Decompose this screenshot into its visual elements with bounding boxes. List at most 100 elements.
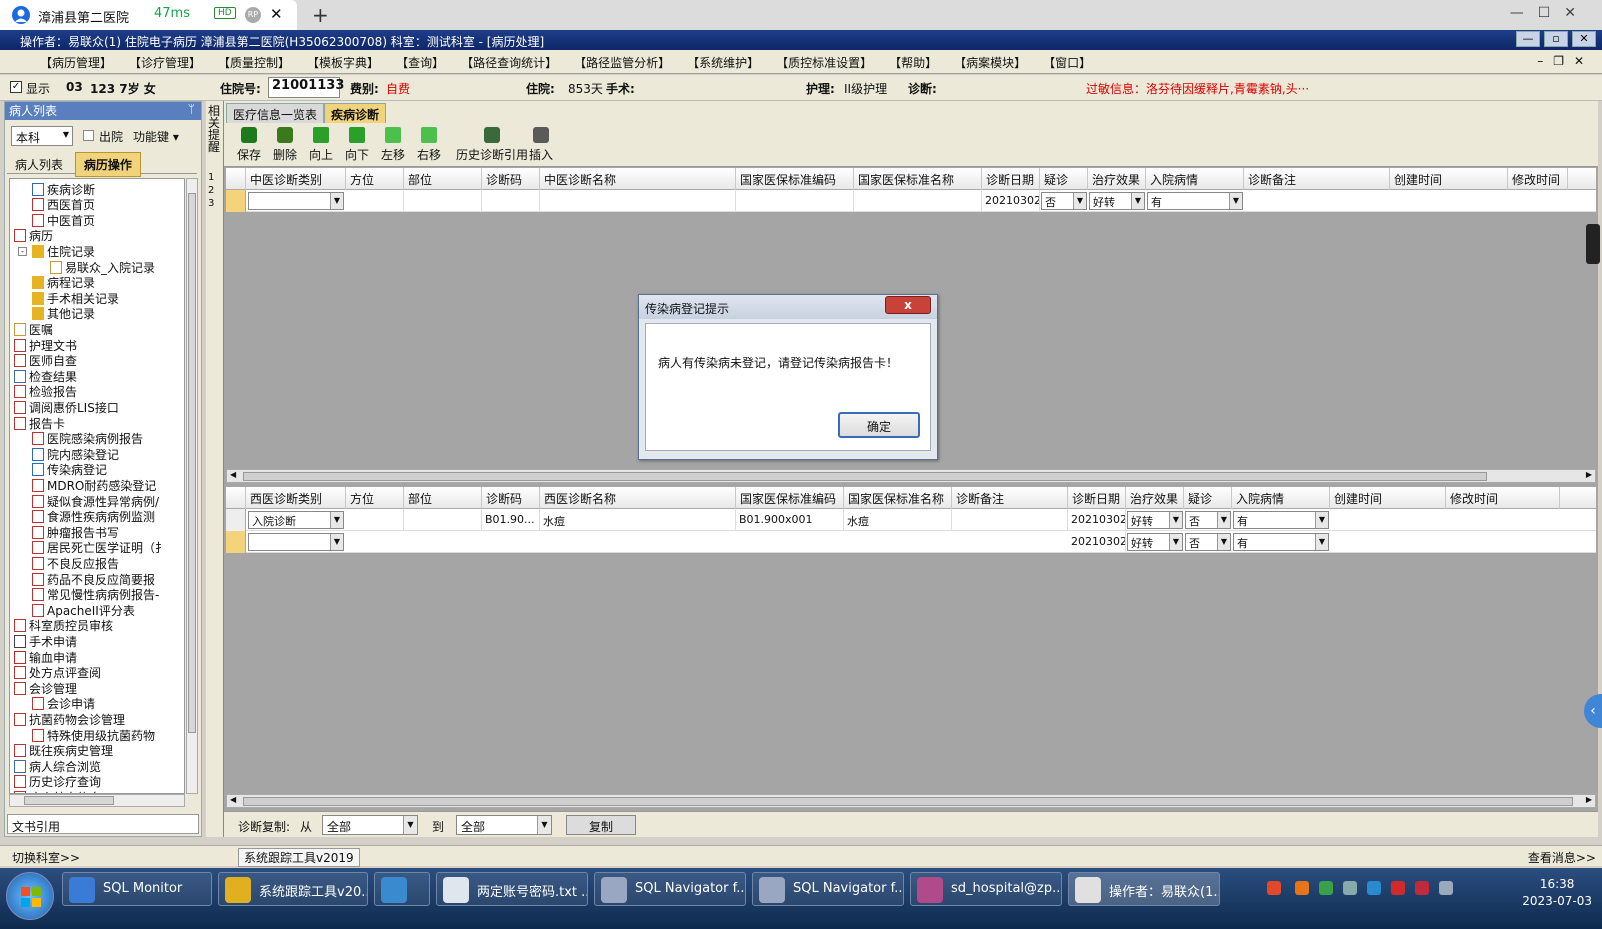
save-button[interactable]: 保存 [232, 127, 266, 163]
date-cell[interactable]: 20210302 [1068, 509, 1126, 531]
code-cell[interactable]: B01.90... [482, 509, 540, 531]
ns-name-cell[interactable]: 水痘 [844, 509, 952, 531]
column-header[interactable]: 中医诊断类别 [246, 168, 346, 190]
delete-button[interactable]: 删除 [268, 127, 302, 163]
network-icon[interactable] [1343, 881, 1357, 895]
menu-item[interactable]: 【路径监管分析】 [574, 54, 687, 71]
column-header[interactable]: 治疗效果 [1126, 487, 1184, 509]
dept-select[interactable]: 本科 ▼ [11, 126, 73, 146]
reminder-strip[interactable]: 相关提醒 1 2 3 [206, 101, 224, 837]
date-cell[interactable]: 20210302 [982, 190, 1040, 212]
column-header[interactable]: 西医诊断类别 [246, 487, 346, 509]
ok-button[interactable]: 确定 [838, 412, 920, 438]
tree-node[interactable]: 医师自查 [14, 353, 77, 369]
insert-button[interactable]: 插入 [524, 127, 558, 163]
table-row[interactable]: 入院诊断 ▼ B01.90... 水痘 B01.900x001 水痘 202103… [226, 509, 1596, 531]
maximize-button[interactable]: ▫ [1544, 31, 1568, 47]
menu-item[interactable]: 【诊疗管理】 [129, 54, 218, 71]
menu-item[interactable]: 【质量控制】 [218, 54, 307, 71]
table-row[interactable]: ▼ 20210302 好转 ▼ 否 ▼ 有 ▼ [226, 531, 1596, 553]
taskbar-app[interactable]: SQL Navigator f... [752, 872, 904, 906]
name-cell[interactable] [540, 190, 736, 212]
column-header[interactable]: 治疗效果 [1088, 168, 1146, 190]
tree-node[interactable]: 检验报告 [14, 384, 77, 400]
column-header[interactable]: 疑诊 [1184, 487, 1232, 509]
suspect-select[interactable]: 否 ▼ [1185, 533, 1231, 551]
menu-item[interactable]: 【病历管理】 [40, 54, 129, 71]
wm-category-select[interactable]: ▼ [248, 533, 344, 551]
office-icon[interactable] [1295, 881, 1309, 895]
tree-node[interactable]: 院内感染登记 [32, 446, 119, 462]
tree-node[interactable]: 食源性疾病病例监测 [32, 509, 155, 525]
antivirus-icon[interactable] [1415, 881, 1429, 895]
discharge-checkbox[interactable] [83, 130, 94, 141]
tree-node[interactable]: 肿瘤报告书写 [32, 524, 119, 540]
arrow-left-button[interactable]: 左移 [376, 127, 410, 163]
menu-item[interactable]: 【查询】 [396, 54, 461, 71]
scroll-left-icon[interactable]: ◀ [230, 470, 236, 479]
menu-item[interactable]: 【帮助】 [889, 54, 954, 71]
menu-item[interactable]: 【模板字典】 [307, 54, 396, 71]
window-controls[interactable]: —☐✕ [1510, 5, 1590, 21]
taskbar-app[interactable]: sd_hospital@zp... [910, 872, 1062, 906]
column-header[interactable]: 西医诊断名称 [540, 487, 736, 509]
table-row[interactable]: ▼ 20210302 否 ▼ 好转 ▼ 有 ▼ [226, 190, 1596, 212]
start-button[interactable] [6, 872, 54, 920]
column-header[interactable]: 诊断备注 [1244, 168, 1390, 190]
effect-select[interactable]: 好转 ▼ [1127, 533, 1183, 551]
scroll-left-icon[interactable]: ◀ [230, 795, 236, 804]
condition-select[interactable]: 有 ▼ [1233, 533, 1329, 551]
remote-session-tab[interactable]: 漳浦县第二医院 47ms HD RP ✕ [0, 0, 297, 30]
ns-code-cell[interactable]: B01.900x001 [736, 509, 844, 531]
security-icon[interactable] [1391, 881, 1405, 895]
dialog-close-button[interactable]: x [885, 296, 931, 314]
tree-node[interactable]: 常见慢性病病例报告- [32, 587, 159, 603]
mdi-controls[interactable]: –❐✕ [1537, 54, 1594, 68]
trace-tool-label[interactable]: 系统跟踪工具v2019 [238, 848, 360, 867]
tree-node[interactable]: 病人综合浏览 [14, 758, 101, 774]
name-cell[interactable]: 水痘 [540, 509, 736, 531]
menu-item[interactable]: 【路径查询统计】 [461, 54, 574, 71]
menu-item[interactable]: 【窗口】 [1043, 54, 1108, 71]
arrow-up-button[interactable]: 向上 [304, 127, 338, 163]
site-cell[interactable] [404, 509, 482, 531]
column-header[interactable]: 国家医保标准编码 [736, 487, 844, 509]
remark-cell[interactable] [952, 509, 1068, 531]
column-header[interactable]: 方位 [346, 487, 404, 509]
column-header[interactable]: 诊断码 [482, 168, 540, 190]
column-header[interactable]: 修改时间 [1508, 168, 1568, 190]
column-header[interactable]: 部位 [404, 487, 482, 509]
switch-dept-link[interactable]: 切换科室>> [12, 849, 80, 866]
ns-name-cell[interactable] [854, 190, 982, 212]
column-header[interactable]: 修改时间 [1446, 487, 1560, 509]
view-messages-link[interactable]: 查看消息>> [1528, 849, 1596, 866]
effect-select[interactable]: 好转 ▼ [1089, 192, 1145, 210]
tree-node[interactable]: 科室质控员审核 [14, 618, 113, 634]
close-tab-icon[interactable]: ✕ [270, 5, 283, 23]
column-header[interactable]: 方位 [346, 168, 404, 190]
tree-node[interactable]: MDRO耐药感染登记 [32, 477, 156, 493]
taskbar-app[interactable]: SQL Monitor [62, 872, 212, 906]
effect-select[interactable]: 好转 ▼ [1127, 511, 1183, 529]
history-button[interactable]: 历史诊断引用 [456, 127, 528, 163]
copy-button[interactable]: 复制 [566, 815, 636, 835]
tab-patient-list[interactable]: 病人列表 [7, 153, 71, 176]
ns-code-cell[interactable] [736, 190, 854, 212]
menu-item[interactable]: 【质控标准设置】 [776, 54, 889, 71]
wm-category-select[interactable]: 入院诊断 ▼ [248, 511, 344, 529]
new-tab-icon[interactable]: + [312, 3, 329, 27]
suspect-select[interactable]: 否 ▼ [1041, 192, 1087, 210]
position-cell[interactable] [346, 190, 404, 212]
tree-horizontal-scrollbar[interactable] [9, 794, 185, 807]
code-cell[interactable] [482, 190, 540, 212]
column-header[interactable]: 创建时间 [1330, 487, 1446, 509]
arrow-right-button[interactable]: 右移 [412, 127, 446, 163]
tree-node[interactable]: ApacheII评分表 [32, 602, 135, 618]
select-all-cell[interactable] [226, 168, 246, 190]
tree-node[interactable]: 居民死亡医学证明（扌 [32, 540, 167, 556]
tree-node[interactable]: 历史诊疗查询 [14, 774, 101, 790]
tree-node[interactable]: 易联众_入院记录 [50, 259, 155, 275]
column-header[interactable]: 诊断日期 [982, 168, 1040, 190]
select-all-cell[interactable] [226, 487, 246, 509]
tree-node[interactable]: 中医首页 [32, 212, 95, 228]
